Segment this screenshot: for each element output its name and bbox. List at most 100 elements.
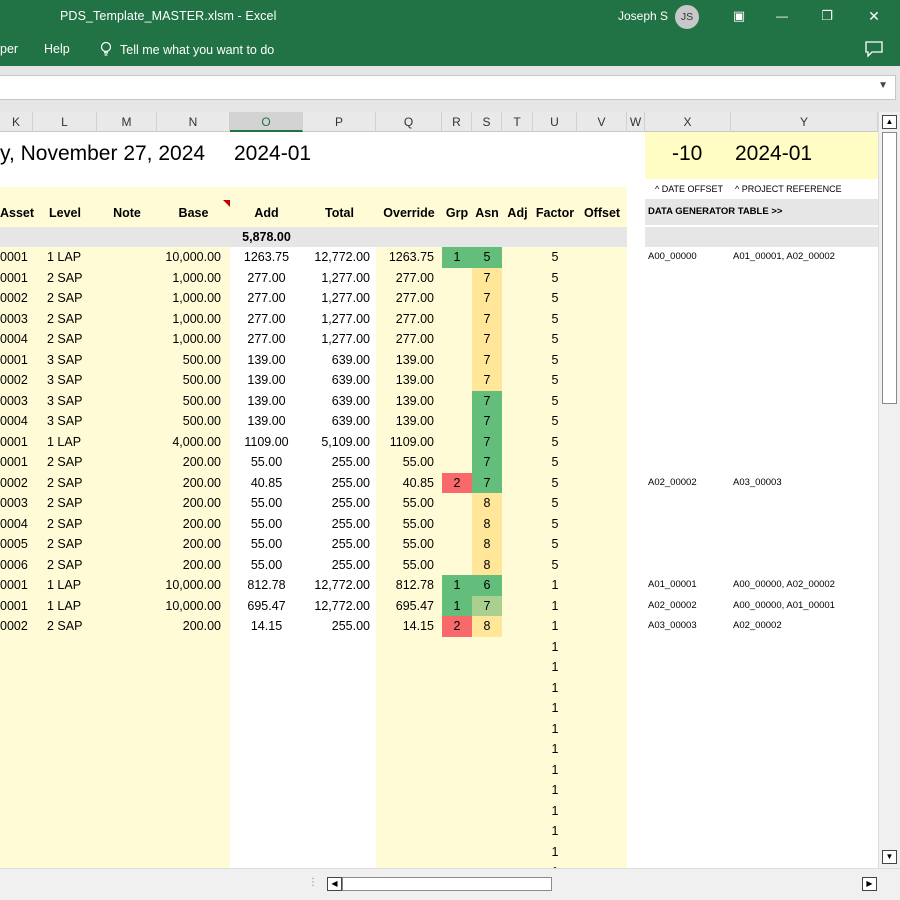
grp-cell[interactable] xyxy=(442,268,472,289)
add-cell[interactable]: 695.47 xyxy=(230,596,303,617)
add-cell[interactable]: 139.00 xyxy=(230,391,303,412)
generator-id-cell[interactable] xyxy=(648,432,730,453)
column-header-p[interactable]: P xyxy=(303,112,376,132)
factor-cell[interactable]: 5 xyxy=(533,555,577,576)
total-cell[interactable]: 12,772.00 xyxy=(303,596,370,617)
base-cell[interactable]: 10,000.00 xyxy=(157,247,221,268)
add-cell[interactable]: 40.85 xyxy=(230,473,303,494)
factor-cell[interactable]: 5 xyxy=(533,493,577,514)
factor-cell[interactable]: 1 xyxy=(533,760,577,781)
generator-id-cell[interactable] xyxy=(648,452,730,473)
generator-ref-cell[interactable] xyxy=(733,370,878,391)
factor-cell[interactable]: 1 xyxy=(533,719,577,740)
asn-cell[interactable]: 7 xyxy=(472,390,502,411)
asset-cell[interactable]: 0005 xyxy=(0,534,30,555)
chevron-down-icon[interactable]: ▼ xyxy=(878,80,888,91)
asset-cell[interactable]: 0002 xyxy=(0,473,30,494)
column-header-x[interactable]: X xyxy=(645,112,731,132)
asn-cell[interactable]: 7 xyxy=(472,329,502,350)
level-cell[interactable]: 1 LAP xyxy=(47,432,97,453)
factor-cell[interactable]: 1 xyxy=(533,780,577,801)
base-cell[interactable]: 200.00 xyxy=(157,534,221,555)
override-cell[interactable]: 139.00 xyxy=(376,411,434,432)
asset-cell[interactable]: 0002 xyxy=(0,616,30,637)
factor-cell[interactable]: 5 xyxy=(533,329,577,350)
vertical-scrollbar[interactable]: ▲ ▼ xyxy=(878,112,900,868)
total-cell[interactable]: 639.00 xyxy=(303,370,370,391)
generator-id-cell[interactable] xyxy=(648,555,730,576)
level-cell[interactable]: 2 SAP xyxy=(47,616,97,637)
column-header-o[interactable]: O xyxy=(230,112,303,132)
override-cell[interactable]: 55.00 xyxy=(376,452,434,473)
generator-id-cell[interactable]: A00_00000 xyxy=(648,247,730,268)
asset-cell[interactable]: 0003 xyxy=(0,493,30,514)
ribbon-display-icon[interactable]: ▣ xyxy=(725,4,753,28)
add-cell[interactable]: 139.00 xyxy=(230,370,303,391)
level-cell[interactable]: 2 SAP xyxy=(47,473,97,494)
total-cell[interactable]: 639.00 xyxy=(303,350,370,371)
override-cell[interactable]: 277.00 xyxy=(376,329,434,350)
column-header-r[interactable]: R xyxy=(442,112,472,132)
generator-id-cell[interactable] xyxy=(648,493,730,514)
scroll-left-arrow-icon[interactable]: ◀ xyxy=(327,877,342,891)
generator-ref-cell[interactable]: A01_00001, A02_00002 xyxy=(733,247,878,268)
column-header-s[interactable]: S xyxy=(472,112,502,132)
column-header-u[interactable]: U xyxy=(533,112,577,132)
base-cell[interactable]: 4,000.00 xyxy=(157,432,221,453)
formula-input[interactable] xyxy=(0,75,896,100)
grp-cell[interactable] xyxy=(442,493,472,514)
base-cell[interactable]: 500.00 xyxy=(157,411,221,432)
factor-cell[interactable]: 5 xyxy=(533,411,577,432)
total-cell[interactable]: 1,277.00 xyxy=(303,288,370,309)
column-header-y[interactable]: Y xyxy=(731,112,878,132)
generator-id-cell[interactable]: A02_00002 xyxy=(648,473,730,494)
grp-cell[interactable] xyxy=(442,350,472,371)
generator-ref-cell[interactable] xyxy=(733,452,878,473)
add-cell[interactable]: 55.00 xyxy=(230,534,303,555)
tell-me-search[interactable]: Tell me what you want to do xyxy=(100,41,274,57)
override-cell[interactable]: 277.00 xyxy=(376,309,434,330)
generator-ref-cell[interactable] xyxy=(733,493,878,514)
factor-cell[interactable]: 1 xyxy=(533,801,577,822)
base-cell[interactable]: 1,000.00 xyxy=(157,288,221,309)
level-cell[interactable]: 2 SAP xyxy=(47,309,97,330)
asset-cell[interactable]: 0001 xyxy=(0,350,30,371)
level-cell[interactable]: 1 LAP xyxy=(47,247,97,268)
total-cell[interactable]: 1,277.00 xyxy=(303,329,370,350)
total-cell[interactable]: 255.00 xyxy=(303,514,370,535)
scroll-down-arrow-icon[interactable]: ▼ xyxy=(882,850,897,864)
level-cell[interactable]: 1 LAP xyxy=(47,596,97,617)
total-cell[interactable]: 255.00 xyxy=(303,473,370,494)
generator-id-cell[interactable]: A01_00001 xyxy=(648,575,730,596)
avatar[interactable]: JS xyxy=(675,5,699,29)
tab-developer[interactable]: per xyxy=(0,42,18,56)
project-reference-value[interactable]: 2024-01 xyxy=(735,138,812,170)
add-cell[interactable]: 277.00 xyxy=(230,268,303,289)
factor-cell[interactable]: 1 xyxy=(533,842,577,863)
factor-cell[interactable]: 5 xyxy=(533,432,577,453)
base-cell[interactable]: 200.00 xyxy=(157,616,221,637)
grp-cell[interactable]: 1 xyxy=(442,595,472,616)
asset-cell[interactable]: 0001 xyxy=(0,575,30,596)
level-cell[interactable]: 2 SAP xyxy=(47,329,97,350)
total-cell[interactable]: 255.00 xyxy=(303,534,370,555)
grp-cell[interactable] xyxy=(442,411,472,432)
total-cell[interactable]: 255.00 xyxy=(303,555,370,576)
generator-id-cell[interactable] xyxy=(648,370,730,391)
level-cell[interactable]: 2 SAP xyxy=(47,288,97,309)
level-cell[interactable]: 3 SAP xyxy=(47,411,97,432)
base-cell[interactable]: 200.00 xyxy=(157,493,221,514)
asn-cell[interactable]: 7 xyxy=(472,288,502,309)
column-header-v[interactable]: V xyxy=(577,112,627,132)
grp-cell[interactable] xyxy=(442,288,472,309)
base-cell[interactable]: 200.00 xyxy=(157,555,221,576)
level-cell[interactable]: 1 LAP xyxy=(47,575,97,596)
grp-cell[interactable]: 2 xyxy=(442,472,472,493)
asn-cell[interactable]: 6 xyxy=(472,575,502,596)
grp-cell[interactable] xyxy=(442,555,472,576)
factor-cell[interactable]: 5 xyxy=(533,288,577,309)
asset-cell[interactable]: 0001 xyxy=(0,432,30,453)
add-cell[interactable]: 55.00 xyxy=(230,555,303,576)
asn-cell[interactable]: 7 xyxy=(472,431,502,452)
level-cell[interactable]: 3 SAP xyxy=(47,391,97,412)
